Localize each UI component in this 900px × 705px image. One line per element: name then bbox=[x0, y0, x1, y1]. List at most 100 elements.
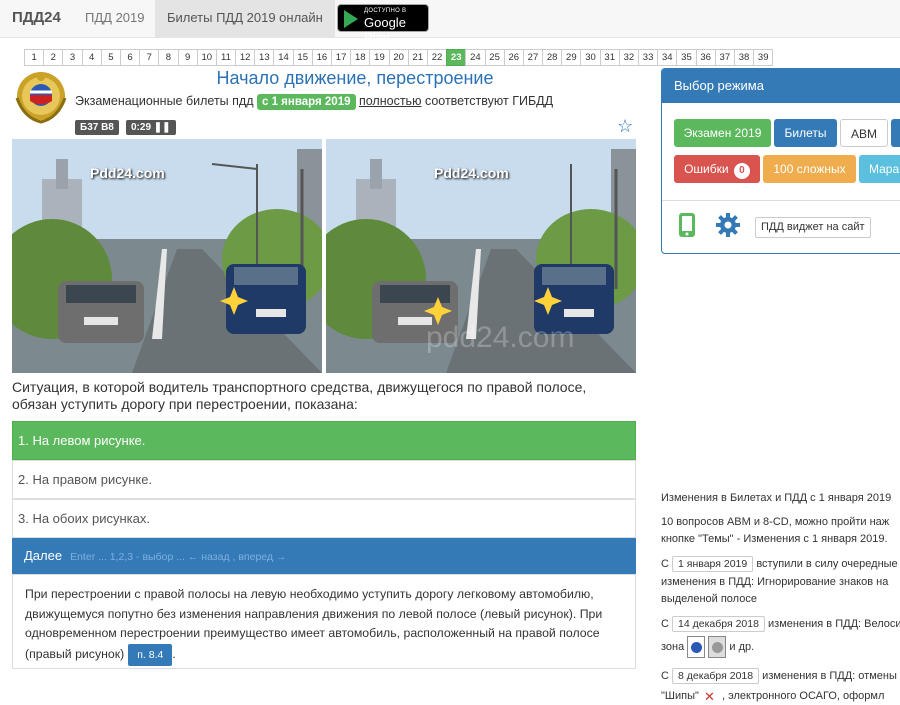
top-navbar: ПДД24 ПДД 2019 Билеты ПДД 2019 онлайн ДО… bbox=[0, 0, 900, 45]
ticket-number-22[interactable]: 22 bbox=[426, 49, 448, 66]
fully-link[interactable]: полностью bbox=[359, 94, 421, 108]
news-line: изменения в ПДД: Игнорирование знаков на bbox=[661, 576, 889, 588]
ticket-number-17[interactable]: 17 bbox=[331, 49, 352, 66]
next-label: Далее bbox=[24, 548, 63, 563]
bicycle-zone-end-sign-icon bbox=[708, 636, 727, 658]
news-date-badge: 1 января 2019 bbox=[672, 556, 754, 572]
widget-button[interactable]: ПДД виджет на сайт bbox=[755, 217, 871, 238]
pause-icon: ❚❚ bbox=[153, 122, 171, 133]
ticket-number-9[interactable]: 9 bbox=[177, 49, 198, 66]
hundred-hard-button[interactable]: 100 сложных bbox=[763, 155, 856, 183]
explanation-text: При перестроении с правой полосы на леву… bbox=[25, 587, 603, 661]
ticket-number-31[interactable]: 31 bbox=[599, 49, 620, 66]
google-play-label: Google Play bbox=[364, 15, 406, 45]
nav-link-tickets-online[interactable]: Билеты ПДД 2019 онлайн bbox=[155, 0, 335, 38]
news-prefix: С bbox=[661, 558, 669, 570]
ticket-number-5[interactable]: 5 bbox=[100, 49, 121, 66]
abm-button[interactable]: ABM bbox=[840, 119, 888, 147]
answer-option-2[interactable]: 2. На правом рисунке. bbox=[12, 460, 636, 499]
ticket-number-4[interactable]: 4 bbox=[81, 49, 102, 66]
news-line: выделеной полосе bbox=[661, 593, 757, 605]
settings-gear-icon[interactable] bbox=[715, 212, 741, 238]
picture-right: Pdd24.com pdd24.com bbox=[326, 139, 636, 373]
ticket-pagination: 1 2 3 4 5 6 7 8 9 10 11 12 13 14 15 16 17 18 19 20 21 22 23 24 2… bbox=[24, 49, 774, 66]
google-play-button[interactable]: ДОСТУПНО В Google Play bbox=[337, 4, 429, 45]
studs-crossed-sign-icon: ✕ bbox=[703, 689, 715, 704]
ticket-number-27[interactable]: 27 bbox=[522, 49, 544, 66]
errors-button[interactable]: Ошибки 0 bbox=[674, 155, 760, 183]
ticket-number-26[interactable]: 26 bbox=[503, 49, 524, 66]
rule-reference-button[interactable]: п. 8.4 bbox=[128, 643, 173, 666]
news-text: изменения в ПДД: отмены bbox=[762, 670, 897, 682]
news-prefix: С bbox=[661, 670, 669, 682]
ticket-number-15[interactable]: 15 bbox=[292, 49, 313, 66]
nav-link-pdd-2019[interactable]: ПДД 2019 bbox=[73, 0, 156, 38]
ticket-number-24[interactable]: 24 bbox=[465, 49, 486, 66]
ticket-number-12[interactable]: 12 bbox=[235, 49, 256, 66]
picture-left: Pdd24.com bbox=[12, 139, 322, 373]
ticket-number-3[interactable]: 3 bbox=[62, 49, 83, 66]
news-item-1: С 1 января 2019 вступили в силу очередны… bbox=[661, 556, 898, 572]
subtitle-prefix: Экзаменационные билеты пдд bbox=[75, 94, 254, 108]
ticket-number-6[interactable]: 6 bbox=[119, 49, 141, 66]
news-line: 10 вопросов ABM и 8-CD, можно пройти наж bbox=[661, 516, 890, 528]
ticket-number-36[interactable]: 36 bbox=[695, 49, 716, 66]
ticket-number-20[interactable]: 20 bbox=[388, 49, 409, 66]
ticket-code-badge: Б37 В8 bbox=[75, 120, 119, 135]
ticket-number-16[interactable]: 16 bbox=[311, 49, 332, 66]
next-button[interactable]: Далее Enter ... 1,2,3 - выбор ... ← назад… bbox=[12, 538, 636, 574]
news-headline[interactable]: Изменения в Билетах и ПДД с 1 января 201… bbox=[661, 492, 891, 504]
news-item-3-line2: "Шипы" ✕ , электронного ОСАГО, оформл bbox=[661, 689, 884, 704]
ticket-number-8[interactable]: 8 bbox=[158, 49, 179, 66]
keyboard-hint: Enter ... 1,2,3 - выбор ... ← назад , вп… bbox=[70, 551, 287, 563]
cd-button[interactable]: С bbox=[891, 119, 900, 147]
google-play-icon bbox=[344, 10, 358, 28]
ticket-number-39[interactable]: 39 bbox=[753, 49, 774, 66]
ticket-number-28[interactable]: 28 bbox=[542, 49, 563, 66]
ticket-number-37[interactable]: 37 bbox=[714, 49, 735, 66]
ticket-number-23[interactable]: 23 bbox=[446, 49, 467, 66]
ticket-number-25[interactable]: 25 bbox=[484, 49, 505, 66]
question-text: Ситуация, в которой водитель транспортно… bbox=[12, 379, 587, 412]
ticket-number-18[interactable]: 18 bbox=[350, 49, 371, 66]
ticket-number-38[interactable]: 38 bbox=[733, 49, 755, 66]
ticket-number-30[interactable]: 30 bbox=[580, 49, 601, 66]
ticket-number-7[interactable]: 7 bbox=[139, 49, 160, 66]
google-play-small-label: ДОСТУПНО В bbox=[364, 8, 407, 14]
news-text: и др. bbox=[729, 640, 755, 653]
ticket-number-13[interactable]: 13 bbox=[254, 49, 275, 66]
ticket-number-35[interactable]: 35 bbox=[676, 49, 697, 66]
exam-2019-button[interactable]: Экзамен 2019 bbox=[674, 119, 771, 147]
brand-logo[interactable]: ПДД24 bbox=[12, 9, 61, 26]
ticket-number-34[interactable]: 34 bbox=[657, 49, 678, 66]
ticket-number-32[interactable]: 32 bbox=[618, 49, 639, 66]
ticket-number-14[interactable]: 14 bbox=[273, 49, 294, 66]
marathon-button[interactable]: Мара bbox=[859, 155, 900, 183]
tickets-button[interactable]: Билеты bbox=[774, 119, 837, 147]
mobile-phone-icon[interactable] bbox=[679, 213, 695, 237]
answer-option-3[interactable]: 3. На обоих рисунках. bbox=[12, 499, 636, 538]
mode-panel-title: Выбор режима bbox=[662, 69, 900, 103]
image-watermark: Pdd24.com bbox=[90, 165, 165, 181]
date-badge: с 1 января 2019 bbox=[256, 94, 356, 110]
news-item-3: С 8 декабря 2018 изменения в ПДД: отмены bbox=[661, 668, 897, 684]
ticket-number-11[interactable]: 11 bbox=[215, 49, 237, 66]
ticket-number-33[interactable]: 33 bbox=[638, 49, 659, 66]
ticket-number-1[interactable]: 1 bbox=[24, 49, 45, 66]
ticket-number-10[interactable]: 10 bbox=[196, 49, 217, 66]
ticket-number-29[interactable]: 29 bbox=[561, 49, 582, 66]
ticket-number-19[interactable]: 19 bbox=[369, 49, 390, 66]
answer-option-1[interactable]: 1. На левом рисунке. bbox=[12, 421, 636, 460]
ticket-number-2[interactable]: 2 bbox=[43, 49, 64, 66]
bicycle-zone-sign-icon bbox=[687, 636, 706, 658]
timer-badge: 0:29 ❚❚ bbox=[126, 120, 176, 135]
news-prefix: С bbox=[661, 618, 669, 630]
image-watermark: Pdd24.com bbox=[434, 165, 509, 181]
favorite-star-icon[interactable]: ☆ bbox=[617, 116, 633, 137]
exam-subtitle: Экзаменационные билеты пдд с 1 января 20… bbox=[75, 94, 553, 110]
question-title: Начало движение, перестроение bbox=[216, 68, 494, 88]
panel-divider bbox=[662, 200, 900, 201]
news-text: изменения в ПДД: Велоси bbox=[768, 618, 900, 630]
ticket-number-21[interactable]: 21 bbox=[407, 49, 428, 66]
errors-count-badge: 0 bbox=[733, 163, 750, 179]
